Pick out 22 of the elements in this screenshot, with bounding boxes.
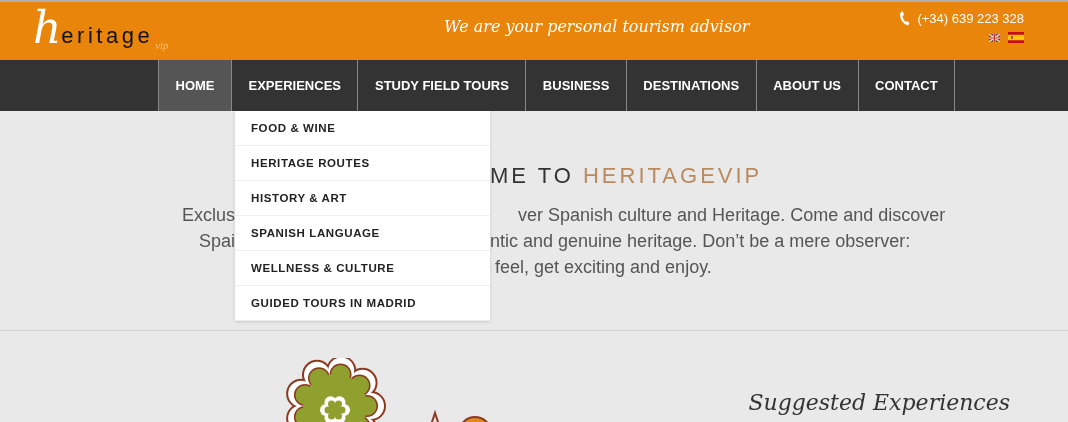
tagline: We are your personal tourism advisor — [444, 17, 750, 36]
phone-number: (+34) 639 223 328 — [917, 11, 1024, 26]
menu-item[interactable]: HISTORY & ART — [235, 181, 490, 216]
spain-flag-icon[interactable] — [1008, 32, 1024, 43]
menu-item[interactable]: GUIDED TOURS IN MADRID — [235, 286, 490, 321]
logo-suffix: vip — [155, 39, 169, 51]
menu-item[interactable]: SPANISH LANGUAGE — [235, 216, 490, 251]
intro-text: Exclus — [181, 204, 235, 227]
menu-item[interactable]: FOOD & WINE — [235, 111, 490, 146]
section-title: Suggested Experiences — [748, 390, 1010, 415]
phone-icon — [899, 11, 911, 26]
nav-item[interactable]: HOME — [158, 60, 231, 111]
intro-text: ntic and genuine heritage. Don’t be a mere observer: — [490, 230, 912, 253]
intro-text: Spai — [197, 230, 235, 253]
intro-text: ver Spanish culture and Heritage. Come and discover — [517, 204, 947, 227]
menu-item[interactable]: HERITAGE ROUTES — [235, 146, 490, 181]
uk-flag-icon[interactable] — [989, 33, 1000, 42]
logo-initial: h — [33, 6, 62, 50]
welcome-heading: ME TO HERITAGEVIP — [490, 163, 764, 189]
logo-wordmark: eritage — [61, 23, 154, 49]
intro-text: feel, get exciting and enjoy. — [494, 256, 713, 279]
menu-item[interactable]: WELLNESS & CULTURE — [235, 251, 490, 286]
